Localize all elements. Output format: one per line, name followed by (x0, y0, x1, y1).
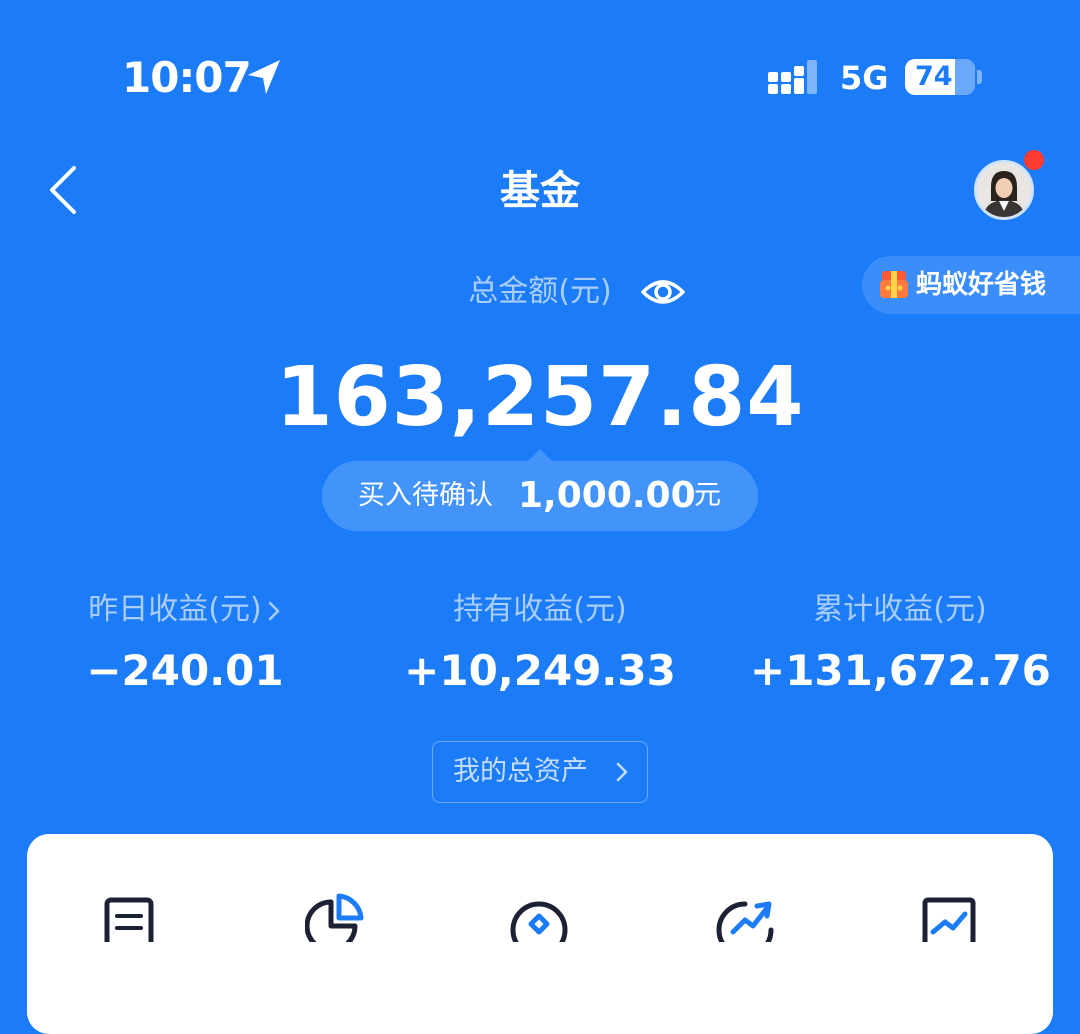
eye-icon[interactable] (640, 270, 686, 314)
line-chart-icon[interactable] (919, 892, 979, 942)
network-type: 5G (840, 59, 889, 97)
avatar-image (977, 163, 1031, 217)
holding-earnings-value: +10,249.33 (404, 646, 676, 695)
document-icon[interactable] (99, 892, 159, 942)
total-amount-label: 总金额(元) (468, 274, 612, 309)
battery-tip (977, 70, 982, 84)
holding-earnings-label: 持有收益(元) (453, 592, 627, 627)
yesterday-earnings-label[interactable]: 昨日收益(元) (40, 588, 330, 632)
notification-dot (1024, 150, 1044, 170)
status-time: 10:07 (122, 53, 252, 102)
pending-unit: 元 (694, 480, 721, 511)
chevron-left-icon[interactable] (40, 160, 88, 220)
promo-label: 蚂蚁好省钱 (916, 270, 1047, 300)
battery-empty-area (955, 59, 975, 95)
pending-confirmation[interactable]: 买入待确认 1,000.00 元 (322, 461, 758, 531)
pending-amount: 1,000.00 (518, 475, 696, 516)
badge-icon[interactable] (509, 892, 569, 942)
pie-chart-icon[interactable] (305, 892, 365, 942)
signal-bars-icon (768, 60, 817, 94)
gift-icon (880, 271, 908, 298)
chevron-right-icon (616, 762, 628, 782)
chevron-right-icon (268, 601, 279, 620)
cumulative-earnings-label: 累计收益(元) (813, 592, 987, 627)
pending-label: 买入待确认 (358, 480, 493, 511)
yesterday-earnings-label-text: 昨日收益(元) (88, 592, 262, 627)
yesterday-earnings-value: −240.01 (86, 646, 284, 695)
trend-up-icon[interactable] (715, 892, 775, 942)
promo-button[interactable]: 蚂蚁好省钱 (862, 256, 1080, 314)
my-total-assets-label: 我的总资产 (453, 756, 588, 787)
location-arrow-icon (248, 60, 280, 94)
battery-level: 74 (915, 61, 953, 92)
total-amount: 163,257.84 (275, 350, 805, 445)
my-total-assets-button[interactable]: 我的总资产 (432, 741, 648, 803)
user-avatar[interactable] (974, 160, 1034, 220)
function-card (27, 834, 1053, 1034)
page-title: 基金 (500, 168, 580, 214)
battery-indicator: 74 (905, 59, 975, 95)
cumulative-earnings-value: +131,672.76 (750, 646, 1051, 695)
